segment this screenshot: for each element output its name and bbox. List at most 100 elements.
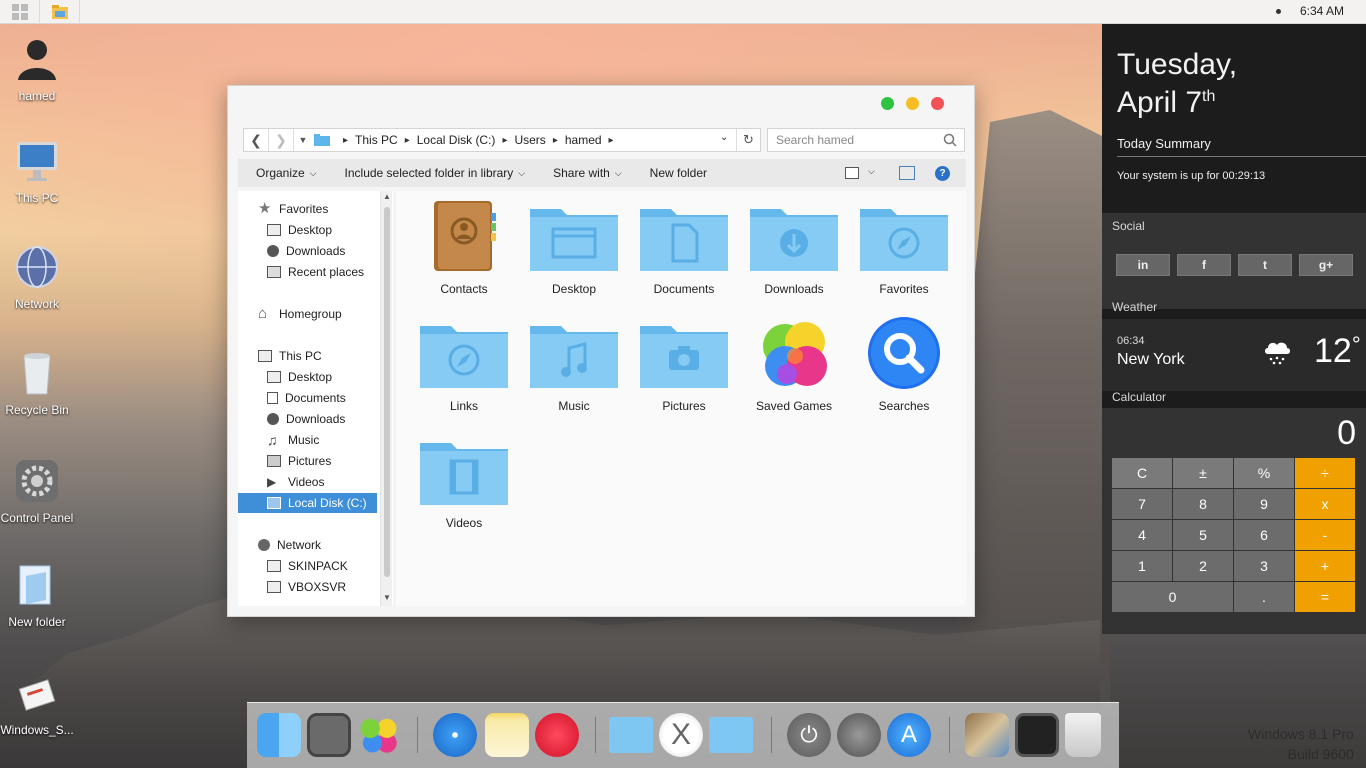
google-plus-button[interactable]: g+ <box>1299 254 1353 276</box>
file-item-searches[interactable]: Searches <box>849 316 959 413</box>
breadcrumb-local-disk[interactable]: Local Disk (C:) <box>417 133 496 147</box>
nav-net-skinpack[interactable]: SKINPACK <box>267 556 348 576</box>
calc-multiply-button[interactable]: x <box>1295 489 1355 519</box>
game-center-icon[interactable] <box>357 713 401 757</box>
file-item-saved-games[interactable]: Saved Games <box>739 316 849 413</box>
search-input[interactable]: Search hamed <box>767 128 965 152</box>
launchpad-icon[interactable] <box>837 713 881 757</box>
scrollbar-thumb[interactable] <box>384 207 390 577</box>
nav-fav-downloads[interactable]: Downloads <box>267 241 345 261</box>
desktop-icon-user[interactable]: hamed <box>0 36 74 103</box>
nav-homegroup[interactable]: ⌂ Homegroup <box>258 304 342 324</box>
photo-booth-icon[interactable] <box>1015 713 1059 757</box>
calc-0-button[interactable]: 0 <box>1112 582 1233 612</box>
file-explorer-taskbar-button[interactable] <box>40 0 80 24</box>
facebook-button[interactable]: f <box>1177 254 1231 276</box>
file-item-music[interactable]: Music <box>519 316 629 413</box>
trash-icon[interactable] <box>1065 713 1101 757</box>
start-button[interactable] <box>0 0 40 24</box>
notes-icon[interactable] <box>485 713 529 757</box>
calc-4-button[interactable]: 4 <box>1112 520 1172 550</box>
breadcrumb-users[interactable]: Users <box>514 133 545 147</box>
calc-1-button[interactable]: 1 <box>1112 551 1172 581</box>
nav-pc-desktop[interactable]: Desktop <box>267 367 332 387</box>
view-options-button[interactable] <box>845 167 859 179</box>
calc-decimal-button[interactable]: . <box>1234 582 1294 612</box>
nav-pc-local-disk[interactable]: Local Disk (C:) <box>267 493 367 513</box>
file-item-videos[interactable]: Videos <box>409 433 519 530</box>
file-item-contacts[interactable]: Contacts <box>409 199 519 296</box>
calc-9-button[interactable]: 9 <box>1234 489 1294 519</box>
linkedin-button[interactable]: in <box>1116 254 1170 276</box>
calc-clear-button[interactable]: C <box>1112 458 1172 488</box>
nav-pc-music[interactable]: ♫ Music <box>267 430 319 450</box>
nav-net-vboxsvr[interactable]: VBOXSVR <box>267 577 346 597</box>
desktop-icon-control-panel[interactable]: Control Panel <box>0 458 74 525</box>
finder-icon[interactable] <box>257 713 301 757</box>
nav-fav-desktop[interactable]: Desktop <box>267 220 332 240</box>
system-preferences-icon[interactable] <box>307 713 351 757</box>
calc-8-button[interactable]: 8 <box>1173 489 1233 519</box>
maximize-button[interactable] <box>881 97 894 110</box>
nav-scrollbar[interactable]: ▲ ▼ <box>380 191 392 606</box>
file-item-downloads[interactable]: Downloads <box>739 199 849 296</box>
file-item-favorites[interactable]: Favorites <box>849 199 959 296</box>
file-item-links[interactable]: Links <box>409 316 519 413</box>
calc-equals-button[interactable]: = <box>1295 582 1355 612</box>
desktop-icon-new-folder[interactable]: New folder <box>0 562 74 629</box>
address-bar[interactable]: ❮ ❯ ▼ ▸ This PC ▸ Local Disk (C:) ▸ User… <box>243 128 761 152</box>
desktop-icon-this-pc[interactable]: This PC <box>0 138 74 205</box>
itunes-icon[interactable] <box>535 713 579 757</box>
notification-dot[interactable] <box>1276 9 1281 14</box>
include-in-library-menu[interactable]: Include selected folder in library ⌵ <box>345 166 526 180</box>
desktop-icon-network[interactable]: Network <box>0 244 74 311</box>
scroll-up-icon[interactable]: ▲ <box>383 192 391 201</box>
recent-locations-dropdown[interactable]: ▼ <box>294 135 312 145</box>
calc-5-button[interactable]: 5 <box>1173 520 1233 550</box>
twitter-button[interactable]: t <box>1238 254 1292 276</box>
nav-pc-downloads[interactable]: Downloads <box>267 409 345 429</box>
calc-6-button[interactable]: 6 <box>1234 520 1294 550</box>
calc-3-button[interactable]: 3 <box>1234 551 1294 581</box>
clock[interactable]: 6:34 AM <box>1300 4 1344 18</box>
preview-icon[interactable] <box>965 713 1009 757</box>
calc-divide-button[interactable]: ÷ <box>1295 458 1355 488</box>
osx-x-icon[interactable]: X <box>659 713 703 757</box>
nav-favorites[interactable]: ★ Favorites <box>258 199 328 219</box>
breadcrumb-this-pc[interactable]: This PC <box>355 133 398 147</box>
nav-network[interactable]: Network <box>258 535 321 555</box>
desktop-icon-recycle-bin[interactable]: Recycle Bin <box>0 350 74 417</box>
minimize-button[interactable] <box>906 97 919 110</box>
nav-this-pc[interactable]: This PC <box>258 346 322 366</box>
forward-button[interactable]: ❯ <box>269 129 294 151</box>
organize-menu[interactable]: Organize ⌵ <box>256 166 317 180</box>
preview-pane-button[interactable] <box>899 166 915 180</box>
file-item-pictures[interactable]: Pictures <box>629 316 739 413</box>
calc-7-button[interactable]: 7 <box>1112 489 1172 519</box>
calc-2-button[interactable]: 2 <box>1173 551 1233 581</box>
calc-minus-button[interactable]: - <box>1295 520 1355 550</box>
nav-pc-videos[interactable]: ▶ Videos <box>267 472 324 492</box>
nav-pc-pictures[interactable]: Pictures <box>267 451 331 471</box>
help-icon[interactable]: ? <box>935 166 950 181</box>
app-store-icon[interactable]: A <box>887 713 931 757</box>
chevron-down-icon[interactable]: ⌵ <box>868 166 875 177</box>
address-dropdown-icon[interactable]: ⌄ <box>720 132 728 143</box>
nav-pc-documents[interactable]: Documents <box>267 388 346 408</box>
power-icon[interactable]: ⏻ <box>787 713 831 757</box>
share-with-menu[interactable]: Share with ⌵ <box>553 166 622 180</box>
desktop-icon-windows-setup[interactable]: Windows_S... <box>0 670 74 737</box>
calc-percent-button[interactable]: % <box>1234 458 1294 488</box>
breadcrumb-hamed[interactable]: hamed <box>565 133 602 147</box>
file-item-documents[interactable]: Documents <box>629 199 739 296</box>
safari-icon[interactable] <box>433 713 477 757</box>
nav-fav-recent[interactable]: Recent places <box>267 262 364 282</box>
folder-apps-icon[interactable] <box>709 717 753 753</box>
back-button[interactable]: ❮ <box>244 129 269 151</box>
close-button[interactable] <box>931 97 944 110</box>
calc-plus-button[interactable]: + <box>1295 551 1355 581</box>
folder-icon[interactable] <box>609 717 653 753</box>
new-folder-button[interactable]: New folder <box>650 166 707 180</box>
calc-plus-minus-button[interactable]: ± <box>1173 458 1233 488</box>
file-item-desktop[interactable]: Desktop <box>519 199 629 296</box>
